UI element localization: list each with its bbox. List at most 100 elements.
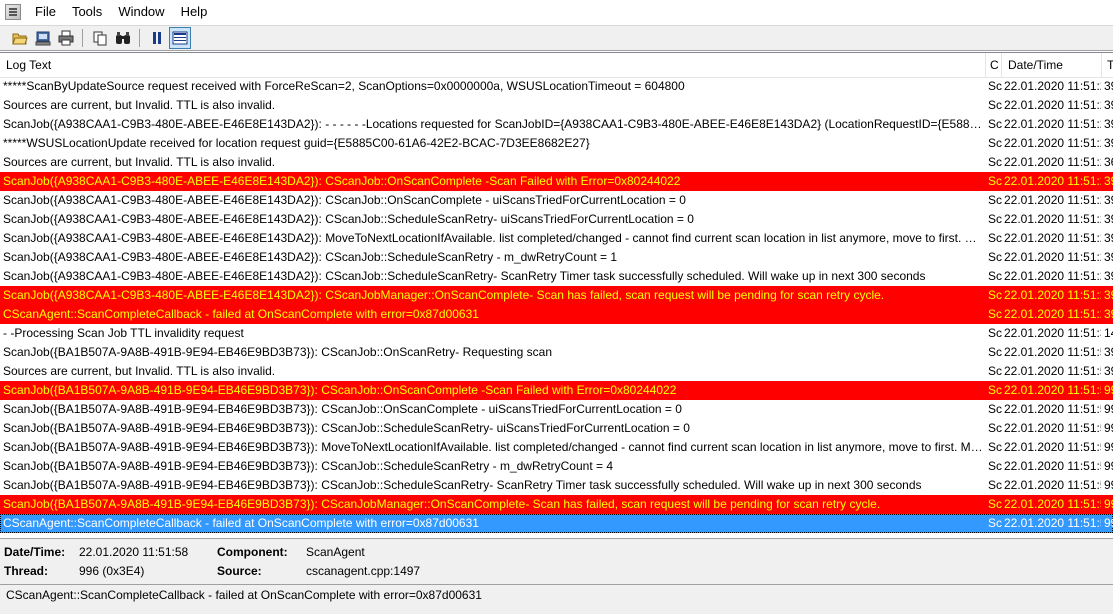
menu-window[interactable]: Window <box>110 0 172 24</box>
log-row[interactable]: ScanJob({BA1B507A-9A8B-491B-9E94-EB46E9B… <box>0 476 1113 495</box>
thread-cell: 39 <box>1104 364 1113 378</box>
component-cell: Sc <box>988 136 1002 150</box>
date-time-cell: 22.01.2020 11:51:58 <box>1004 459 1101 473</box>
log-row[interactable]: CScanAgent::ScanCompleteCallback - faile… <box>0 514 1113 533</box>
thread-cell: 39 <box>1104 174 1113 188</box>
log-text-cell: ScanJob({BA1B507A-9A8B-491B-9E94-EB46E9B… <box>3 383 677 397</box>
thread-cell: 39 <box>1104 136 1113 150</box>
component-cell: Sc <box>988 79 1002 93</box>
details-toggle-icon[interactable] <box>169 27 191 49</box>
date-time-cell: 22.01.2020 11:51:23 <box>1004 212 1101 226</box>
thread-cell: 99 <box>1104 516 1113 530</box>
menu-file[interactable]: File <box>27 0 64 24</box>
source-value: cscanagent.cpp:1497 <box>306 564 421 578</box>
message-text: CScanAgent::ScanCompleteCallback - faile… <box>6 588 482 602</box>
message-box[interactable]: CScanAgent::ScanCompleteCallback - faile… <box>0 584 1113 614</box>
date-time-cell: 22.01.2020 11:51:58 <box>1004 478 1101 492</box>
column-header: Log Text C Date/Time T <box>0 53 1113 78</box>
column-date-time[interactable]: Date/Time <box>1002 53 1102 77</box>
thread-cell: 39 <box>1104 117 1113 131</box>
log-text-cell: ScanJob({BA1B507A-9A8B-491B-9E94-EB46E9B… <box>3 421 690 435</box>
log-row[interactable]: CScanAgent::ScanCompleteCallback - faile… <box>0 305 1113 324</box>
log-text-cell: ScanJob({A938CAA1-C9B3-480E-ABEE-E46E8E1… <box>3 288 885 302</box>
date-time-cell: 22.01.2020 11:51:23 <box>1004 307 1101 321</box>
menu-tools[interactable]: Tools <box>64 0 110 24</box>
log-row[interactable]: *****ScanByUpdateSource request received… <box>0 77 1113 96</box>
date-time-cell: 22.01.2020 11:51:20 <box>1004 98 1101 112</box>
thread-cell: 39 <box>1104 79 1113 93</box>
log-row[interactable]: ScanJob({BA1B507A-9A8B-491B-9E94-EB46E9B… <box>0 381 1113 400</box>
log-row[interactable]: ScanJob({A938CAA1-C9B3-480E-ABEE-E46E8E1… <box>0 210 1113 229</box>
log-row[interactable]: ScanJob({A938CAA1-C9B3-480E-ABEE-E46E8E1… <box>0 286 1113 305</box>
open-icon[interactable] <box>9 27 31 49</box>
thread-cell: 99 <box>1104 383 1113 397</box>
log-text-cell: Sources are current, but Invalid. TTL is… <box>3 155 276 169</box>
log-text-cell: ScanJob({BA1B507A-9A8B-491B-9E94-EB46E9B… <box>3 478 922 492</box>
log-list[interactable]: Log Text C Date/Time T *****ScanByUpdate… <box>0 52 1113 537</box>
component-cell: Sc <box>988 212 1002 226</box>
date-time-cell: 22.01.2020 11:51:20 <box>1004 155 1101 169</box>
column-component[interactable]: C <box>986 53 1002 77</box>
log-rows: *****ScanByUpdateSource request received… <box>0 77 1113 533</box>
log-text-cell: *****ScanByUpdateSource request received… <box>3 79 685 93</box>
log-row[interactable]: Sources are current, but Invalid. TTL is… <box>0 96 1113 115</box>
thread-cell: 99 <box>1104 440 1113 454</box>
log-row[interactable]: Sources are current, but Invalid. TTL is… <box>0 153 1113 172</box>
menu-help[interactable]: Help <box>173 0 216 24</box>
date-time-cell: 22.01.2020 11:51:55 <box>1004 345 1101 359</box>
log-row[interactable]: *****WSUSLocationUpdate received for loc… <box>0 134 1113 153</box>
component-cell: Sc <box>988 402 1002 416</box>
pause-icon[interactable] <box>146 27 168 49</box>
date-time-cell: 22.01.2020 11:51:58 <box>1004 440 1101 454</box>
log-row[interactable]: ScanJob({A938CAA1-C9B3-480E-ABEE-E46E8E1… <box>0 248 1113 267</box>
app-icon <box>5 4 21 20</box>
log-text-cell: CScanAgent::ScanCompleteCallback - faile… <box>3 307 479 321</box>
date-time-cell: 22.01.2020 11:51:23 <box>1004 193 1101 207</box>
toolbar-separator <box>82 29 83 47</box>
date-time-cell: 22.01.2020 11:51:58 <box>1004 516 1101 530</box>
find-icon[interactable] <box>112 27 134 49</box>
log-row[interactable]: ScanJob({BA1B507A-9A8B-491B-9E94-EB46E9B… <box>0 438 1113 457</box>
thread-cell: 39 <box>1104 269 1113 283</box>
log-text-cell: ScanJob({A938CAA1-C9B3-480E-ABEE-E46E8E1… <box>3 231 985 245</box>
print-icon[interactable] <box>55 27 77 49</box>
log-row[interactable]: - -Processing Scan Job TTL invalidity re… <box>0 324 1113 343</box>
component-label: Component: <box>217 545 288 559</box>
column-thread[interactable]: T <box>1102 53 1113 77</box>
details-panel: Date/Time: 22.01.2020 11:51:58 Component… <box>0 538 1113 584</box>
log-row[interactable]: ScanJob({A938CAA1-C9B3-480E-ABEE-E46E8E1… <box>0 172 1113 191</box>
log-row[interactable]: Sources are current, but Invalid. TTL is… <box>0 362 1113 381</box>
toolbar-separator <box>139 29 140 47</box>
log-row[interactable]: ScanJob({A938CAA1-C9B3-480E-ABEE-E46E8E1… <box>0 191 1113 210</box>
log-text-cell: CScanAgent::ScanCompleteCallback - faile… <box>3 516 479 530</box>
log-text-cell: Sources are current, but Invalid. TTL is… <box>3 364 276 378</box>
thread-cell: 39 <box>1104 250 1113 264</box>
date-time-cell: 22.01.2020 11:51:20 <box>1004 79 1101 93</box>
log-row[interactable]: ScanJob({BA1B507A-9A8B-491B-9E94-EB46E9B… <box>0 400 1113 419</box>
log-row[interactable]: ScanJob({A938CAA1-C9B3-480E-ABEE-E46E8E1… <box>0 267 1113 286</box>
copy-icon[interactable] <box>89 27 111 49</box>
thread-cell: 39 <box>1104 231 1113 245</box>
log-row[interactable]: ScanJob({BA1B507A-9A8B-491B-9E94-EB46E9B… <box>0 343 1113 362</box>
log-row[interactable]: ScanJob({BA1B507A-9A8B-491B-9E94-EB46E9B… <box>0 419 1113 438</box>
component-cell: Sc <box>988 497 1002 511</box>
date-time-cell: 22.01.2020 11:51:58 <box>1004 383 1101 397</box>
print-setup-icon[interactable] <box>32 27 54 49</box>
component-cell: Sc <box>988 326 1002 340</box>
thread-cell: 39 <box>1104 345 1113 359</box>
date-time-cell: 22.01.2020 11:51:20 <box>1004 117 1101 131</box>
log-row[interactable]: ScanJob({BA1B507A-9A8B-491B-9E94-EB46E9B… <box>0 495 1113 514</box>
log-row[interactable]: ScanJob({A938CAA1-C9B3-480E-ABEE-E46E8E1… <box>0 115 1113 134</box>
column-log-text[interactable]: Log Text <box>0 53 986 77</box>
log-row[interactable]: ScanJob({A938CAA1-C9B3-480E-ABEE-E46E8E1… <box>0 229 1113 248</box>
component-cell: Sc <box>988 174 1002 188</box>
component-value: ScanAgent <box>306 545 365 559</box>
menu-bar: File Tools Window Help <box>0 0 1113 24</box>
date-time-cell: 22.01.2020 11:51:23 <box>1004 174 1101 188</box>
log-text-cell: ScanJob({BA1B507A-9A8B-491B-9E94-EB46E9B… <box>3 497 881 511</box>
component-cell: Sc <box>988 193 1002 207</box>
date-time-cell: 22.01.2020 11:51:55 <box>1004 364 1101 378</box>
log-row[interactable]: ScanJob({BA1B507A-9A8B-491B-9E94-EB46E9B… <box>0 457 1113 476</box>
log-text-cell: ScanJob({A938CAA1-C9B3-480E-ABEE-E46E8E1… <box>3 174 681 188</box>
date-time-cell: 22.01.2020 11:51:23 <box>1004 231 1101 245</box>
